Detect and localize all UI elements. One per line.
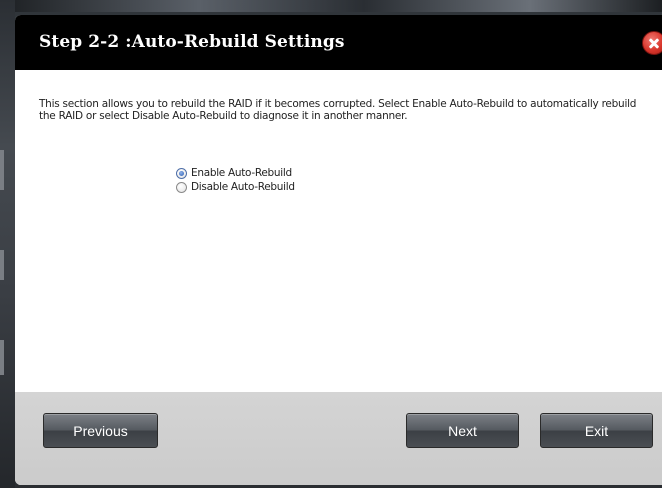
background-mark (0, 250, 4, 280)
dialog-body: This section allows you to rebuild the R… (15, 70, 662, 392)
previous-button[interactable]: Previous (43, 413, 158, 448)
disable-auto-rebuild-radio[interactable] (176, 181, 187, 193)
dialog-description: This section allows you to rebuild the R… (39, 98, 637, 122)
close-icon[interactable] (642, 31, 662, 55)
background-top-strip (0, 0, 662, 12)
enable-auto-rebuild-radio[interactable] (176, 167, 187, 179)
enable-auto-rebuild-label[interactable]: Enable Auto-Rebuild (191, 167, 292, 179)
background-left-edge (0, 0, 15, 488)
enable-auto-rebuild-option[interactable]: Enable Auto-Rebuild (176, 166, 292, 180)
disable-auto-rebuild-label[interactable]: Disable Auto-Rebuild (191, 181, 295, 193)
dialog-title: Step 2-2 :Auto-Rebuild Settings (39, 32, 345, 52)
dialog-footer: Previous Next Exit (15, 392, 662, 485)
dialog-titlebar: Step 2-2 :Auto-Rebuild Settings (15, 15, 662, 70)
background-mark (0, 150, 4, 190)
auto-rebuild-dialog: Step 2-2 :Auto-Rebuild Settings This sec… (15, 15, 662, 485)
background-mark (0, 340, 4, 375)
disable-auto-rebuild-option[interactable]: Disable Auto-Rebuild (176, 180, 295, 194)
exit-button[interactable]: Exit (540, 413, 653, 448)
next-button[interactable]: Next (406, 413, 519, 448)
